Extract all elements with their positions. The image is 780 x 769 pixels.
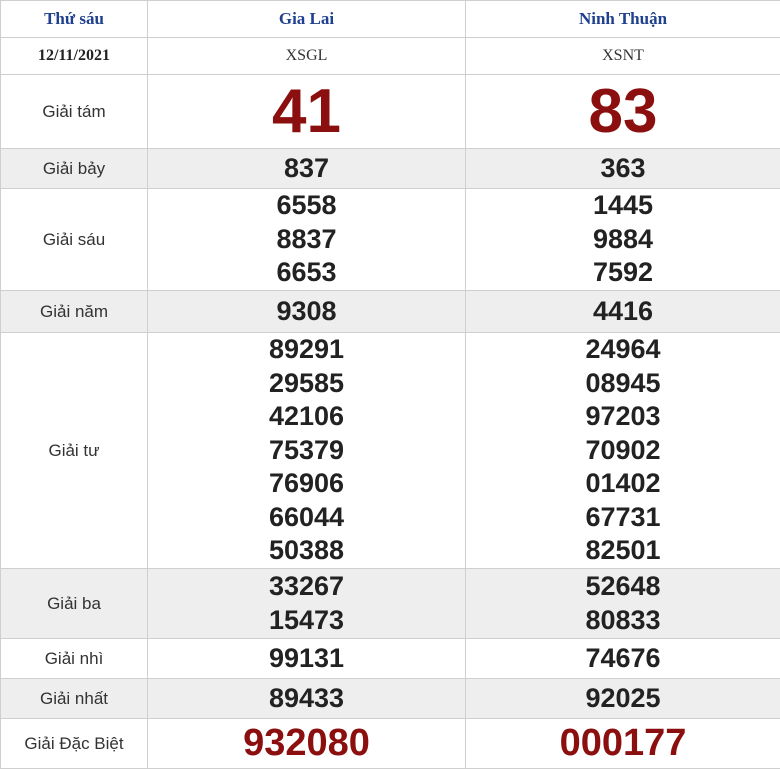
prize-row-g2: Giải nhì 99131 74676: [1, 639, 780, 679]
prize-g6-ninh-thuan: 1445 9884 7592: [466, 189, 780, 291]
header-row: Thứ sáu Gia Lai Ninh Thuận: [1, 1, 780, 38]
prize-g1-ninh-thuan: 92025: [466, 679, 780, 719]
lottery-results-table: Thứ sáu Gia Lai Ninh Thuận 12/11/2021 XS…: [0, 0, 780, 769]
prize-g3-gia-lai: 33267 15473: [148, 569, 466, 639]
prize-label-g8: Giải tám: [1, 75, 148, 149]
code-xsgl: XSGL: [148, 38, 466, 75]
prize-row-g4: Giải tư 89291 29585 42106 75379 76906 66…: [1, 333, 780, 569]
prize-number: 4416: [466, 295, 780, 329]
prize-row-g7: Giải bảy 837 363: [1, 149, 780, 189]
prize-number: 75379: [148, 434, 465, 468]
prize-g2-gia-lai: 99131: [148, 639, 466, 679]
prize-number: 9884: [466, 223, 780, 257]
special-prize-number: 932080: [148, 722, 465, 765]
prize-number: 50388: [148, 534, 465, 568]
prize-number: 97203: [466, 400, 780, 434]
prize-g4-gia-lai: 89291 29585 42106 75379 76906 66044 5038…: [148, 333, 466, 569]
prize-number: 6558: [148, 189, 465, 223]
prize-g4-ninh-thuan: 24964 08945 97203 70902 01402 67731 8250…: [466, 333, 780, 569]
draw-date: 12/11/2021: [1, 38, 148, 75]
special-prize-number: 000177: [466, 722, 780, 765]
prize-number: 9308: [148, 295, 465, 329]
prize-row-special: Giải Đặc Biệt 932080 000177: [1, 719, 780, 769]
prize-number: 7592: [466, 256, 780, 290]
prize-label-g2: Giải nhì: [1, 639, 148, 679]
prize-special-gia-lai: 932080: [148, 719, 466, 769]
prize-number: 8837: [148, 223, 465, 257]
prize-g7-ninh-thuan: 363: [466, 149, 780, 189]
prize-number: 42106: [148, 400, 465, 434]
prize-number: 6653: [148, 256, 465, 290]
prize-row-g6: Giải sáu 6558 8837 6653 1445 9884 7592: [1, 189, 780, 291]
prize-g1-gia-lai: 89433: [148, 679, 466, 719]
code-xsnt: XSNT: [466, 38, 780, 75]
prize-g6-gia-lai: 6558 8837 6653: [148, 189, 466, 291]
prize-number: 52648: [466, 570, 780, 604]
prize-label-g6: Giải sáu: [1, 189, 148, 291]
prize-label-g5: Giải năm: [1, 291, 148, 333]
prize-number: 01402: [466, 467, 780, 501]
prize-number: 74676: [466, 642, 780, 676]
prize-number: 363: [466, 152, 780, 186]
prize-row-g1: Giải nhất 89433 92025: [1, 679, 780, 719]
prize-number: 92025: [466, 682, 780, 716]
province-ninh-thuan[interactable]: Ninh Thuận: [466, 1, 780, 38]
prize-g5-gia-lai: 9308: [148, 291, 466, 333]
prize-special-ninh-thuan: 000177: [466, 719, 780, 769]
prize-g8-ninh-thuan: 83: [466, 75, 780, 149]
prize-label-g7: Giải bảy: [1, 149, 148, 189]
prize-number: 70902: [466, 434, 780, 468]
prize-g8-gia-lai: 41: [148, 75, 466, 149]
prize-number: 82501: [466, 534, 780, 568]
prize-number: 837: [148, 152, 465, 186]
prize-number: 33267: [148, 570, 465, 604]
prize-label-special: Giải Đặc Biệt: [1, 719, 148, 769]
prize-number: 66044: [148, 501, 465, 535]
prize-number: 1445: [466, 189, 780, 223]
prize-row-g8: Giải tám 41 83: [1, 75, 780, 149]
prize-number: 99131: [148, 642, 465, 676]
prize-number: 89433: [148, 682, 465, 716]
prize-label-g1: Giải nhất: [1, 679, 148, 719]
prize-number: 89291: [148, 333, 465, 367]
prize-row-g3: Giải ba 33267 15473 52648 80833: [1, 569, 780, 639]
prize-label-g4: Giải tư: [1, 333, 148, 569]
prize-number: 24964: [466, 333, 780, 367]
province-gia-lai[interactable]: Gia Lai: [148, 1, 466, 38]
prize-g5-ninh-thuan: 4416: [466, 291, 780, 333]
prize-number: 15473: [148, 604, 465, 638]
prize-row-g5: Giải năm 9308 4416: [1, 291, 780, 333]
prize-label-g3: Giải ba: [1, 569, 148, 639]
prize-g3-ninh-thuan: 52648 80833: [466, 569, 780, 639]
prize-number: 29585: [148, 367, 465, 401]
prize-number: 76906: [148, 467, 465, 501]
prize-g2-ninh-thuan: 74676: [466, 639, 780, 679]
prize-number: 83: [466, 76, 780, 147]
day-label: Thứ sáu: [1, 1, 148, 38]
date-row: 12/11/2021 XSGL XSNT: [1, 38, 780, 75]
prize-number: 67731: [466, 501, 780, 535]
prize-number: 41: [148, 76, 465, 147]
prize-g7-gia-lai: 837: [148, 149, 466, 189]
prize-number: 80833: [466, 604, 780, 638]
prize-number: 08945: [466, 367, 780, 401]
